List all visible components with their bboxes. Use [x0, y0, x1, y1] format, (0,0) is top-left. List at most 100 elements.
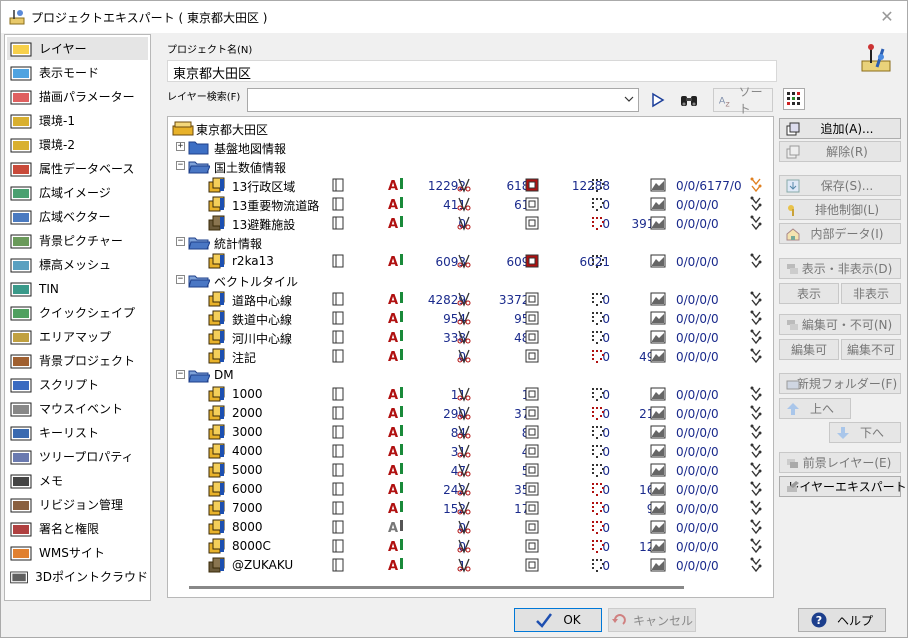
point-icon[interactable] — [590, 557, 606, 573]
image-icon[interactable] — [650, 424, 666, 440]
layer-icon[interactable] — [208, 538, 226, 554]
point-icon[interactable] — [590, 253, 606, 269]
polygon-icon[interactable] — [524, 405, 540, 421]
collapse-toggle[interactable]: − — [176, 161, 185, 170]
polygon-icon[interactable] — [524, 386, 540, 402]
tree-layer-row[interactable]: r2ka13A60936093602100/0/0/0 — [168, 252, 773, 271]
layer-icon[interactable] — [208, 329, 226, 345]
visibility-toggle-icon[interactable] — [330, 196, 346, 212]
sidebar-item[interactable]: 属性データベース — [7, 157, 148, 180]
connection-icon[interactable] — [748, 215, 764, 231]
horizontal-scrollbar[interactable] — [169, 580, 772, 596]
connection-icon[interactable] — [748, 310, 764, 326]
visibility-toggle-icon[interactable] — [330, 310, 346, 326]
polygon-icon[interactable] — [524, 500, 540, 516]
sort-button[interactable]: A z ソート — [713, 85, 773, 116]
folder-icon[interactable] — [188, 367, 210, 383]
line-icon[interactable] — [456, 215, 472, 231]
point-icon[interactable] — [590, 329, 606, 345]
scrollbar-thumb[interactable] — [189, 586, 684, 589]
foreground-layer-button[interactable]: 前景レイヤー(E) — [779, 452, 901, 473]
layer-search-combo[interactable] — [247, 88, 639, 112]
connection-icon[interactable] — [748, 291, 764, 307]
tree-layer-row[interactable]: 河川中心線A338485000/0/0/0 — [168, 328, 773, 347]
image-icon[interactable] — [650, 557, 666, 573]
tree-layer-row[interactable]: 5000A4753000/0/0/0 — [168, 461, 773, 480]
visibility-toggle-icon[interactable] — [330, 348, 346, 364]
layer-icon[interactable] — [208, 291, 226, 307]
visibility-toggle-icon[interactable] — [330, 386, 346, 402]
text-annotation-icon[interactable]: A — [388, 405, 406, 421]
sidebar-item[interactable]: 広域イメージ — [7, 181, 148, 204]
image-icon[interactable] — [650, 196, 666, 212]
help-button[interactable]: ? ヘルプ — [798, 608, 886, 632]
text-annotation-icon[interactable]: A — [388, 443, 406, 459]
line-icon[interactable] — [456, 424, 472, 440]
sidebar-item[interactable]: マウスイベント — [7, 397, 148, 420]
line-icon[interactable] — [456, 196, 472, 212]
visibility-toggle-icon[interactable] — [330, 424, 346, 440]
text-annotation-icon[interactable]: A — [388, 519, 406, 535]
sidebar-item[interactable]: 広域ベクター — [7, 205, 148, 228]
tree-layer-row[interactable]: 8000A00030/0/0/0 — [168, 518, 773, 537]
layer-icon[interactable] — [208, 405, 226, 421]
cancel-button[interactable]: キャンセル — [608, 608, 696, 632]
tree-layer-row[interactable]: 8000CA0001280/0/0/0 — [168, 537, 773, 556]
image-icon[interactable] — [650, 500, 666, 516]
polygon-icon[interactable] — [524, 253, 540, 269]
tree-folder-row[interactable]: − 統計情報 — [168, 233, 773, 252]
visibility-toggle-icon[interactable] — [330, 291, 346, 307]
layer-icon[interactable] — [208, 196, 226, 212]
show-button[interactable]: 表示 — [779, 283, 839, 304]
polygon-icon[interactable] — [524, 215, 540, 231]
text-annotation-icon[interactable]: A — [388, 538, 406, 554]
show-hide-button[interactable]: 表示・非表示(D) — [779, 258, 901, 279]
image-icon[interactable] — [650, 519, 666, 535]
save-button[interactable]: 保存(S)... — [779, 175, 901, 196]
point-icon[interactable] — [590, 443, 606, 459]
visibility-toggle-icon[interactable] — [330, 481, 346, 497]
line-icon[interactable] — [456, 329, 472, 345]
image-icon[interactable] — [650, 253, 666, 269]
close-icon[interactable]: ✕ — [877, 7, 897, 27]
text-annotation-icon[interactable]: A — [388, 462, 406, 478]
visibility-toggle-icon[interactable] — [330, 462, 346, 478]
not-editable-button[interactable]: 編集不可 — [841, 339, 901, 360]
visibility-toggle-icon[interactable] — [330, 557, 346, 573]
text-annotation-icon[interactable]: A — [388, 348, 406, 364]
exclusive-control-button[interactable]: 排他制御(L) — [779, 199, 901, 220]
line-icon[interactable] — [456, 177, 472, 193]
polygon-icon[interactable] — [524, 557, 540, 573]
tree-layer-row[interactable]: 道路中心線A4282933723000/0/0/0 — [168, 290, 773, 309]
point-icon[interactable] — [590, 310, 606, 326]
text-annotation-icon[interactable]: A — [388, 500, 406, 516]
sidebar-item[interactable]: キーリスト — [7, 421, 148, 444]
play-search-button[interactable] — [647, 88, 669, 112]
project-name-field[interactable]: 東京都大田区 — [167, 60, 777, 82]
polygon-icon[interactable] — [524, 310, 540, 326]
connection-icon[interactable] — [748, 538, 764, 554]
hide-button[interactable]: 非表示 — [841, 283, 901, 304]
text-annotation-icon[interactable]: A — [388, 253, 406, 269]
polygon-icon[interactable] — [524, 291, 540, 307]
expand-toggle[interactable]: + — [176, 142, 185, 151]
tree-layer-row[interactable]: 1000A1112000/0/0/0 — [168, 385, 773, 404]
sidebar-item[interactable]: 署名と権限 — [7, 517, 148, 540]
tree-layer-row[interactable]: 3000A8484000/0/0/0 — [168, 423, 773, 442]
polygon-icon[interactable] — [524, 462, 540, 478]
layer-icon[interactable] — [208, 348, 226, 364]
point-icon[interactable] — [590, 196, 606, 212]
line-icon[interactable] — [456, 348, 472, 364]
tree-layer-row[interactable]: 13避難施設A00039190/0/0/0 — [168, 214, 773, 233]
layer-icon[interactable] — [208, 481, 226, 497]
text-annotation-icon[interactable]: A — [388, 291, 406, 307]
sidebar-item[interactable]: 環境-1 — [7, 109, 148, 132]
folder-icon[interactable] — [188, 272, 210, 288]
image-icon[interactable] — [650, 405, 666, 421]
visibility-toggle-icon[interactable] — [330, 405, 346, 421]
visibility-toggle-icon[interactable] — [330, 500, 346, 516]
tree-layer-row[interactable]: 6000A24235601660/0/0/0 — [168, 480, 773, 499]
collapse-toggle[interactable]: − — [176, 237, 185, 246]
column-layout-button[interactable] — [783, 88, 805, 110]
tree-layer-row[interactable]: 13重要物流道路A411611000/0/0/0 — [168, 195, 773, 214]
